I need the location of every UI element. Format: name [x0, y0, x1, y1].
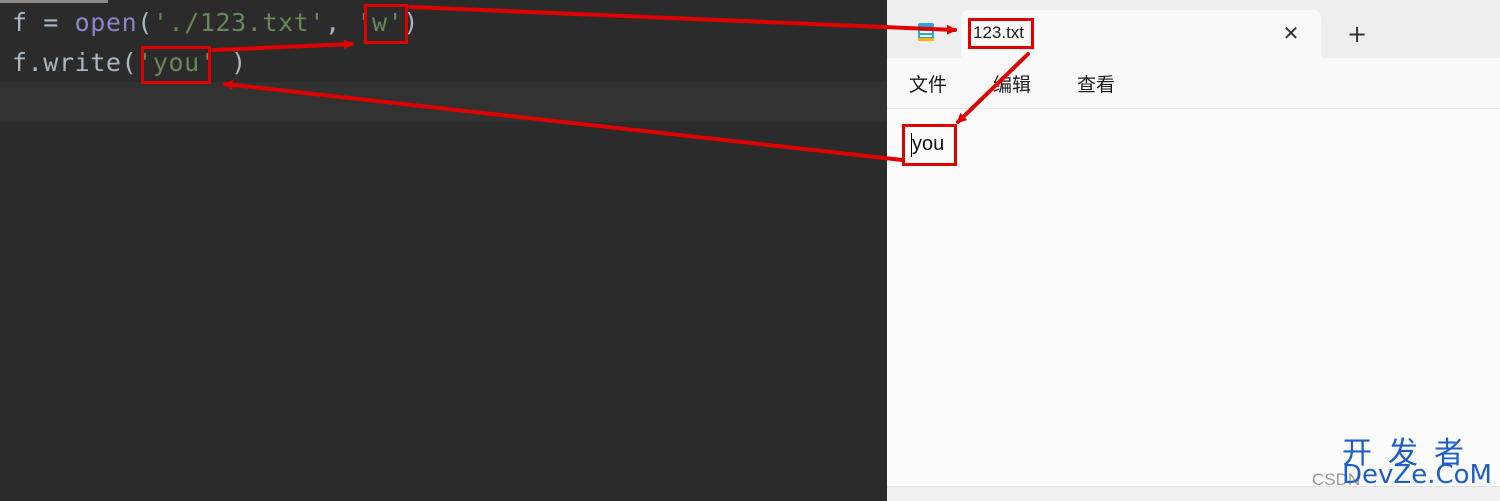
notepad-window: 123.txt ✕ + 文件 编辑 查看 you [887, 0, 1500, 501]
code-var: f [12, 8, 28, 37]
highlight-mode-w [364, 4, 408, 44]
current-line-highlight [0, 82, 887, 122]
highlight-write-you [141, 46, 211, 84]
code-write-call: f.write( [12, 48, 138, 77]
code-paren: ( [137, 8, 153, 37]
code-function-open: open [74, 8, 138, 37]
menu-edit[interactable]: 编辑 [993, 70, 1031, 97]
code-operator: = [27, 8, 75, 37]
menu-view[interactable]: 查看 [1077, 70, 1115, 97]
menu-file[interactable]: 文件 [909, 70, 947, 97]
notepad-app-icon [918, 23, 934, 41]
code-string-path: './123.txt' [152, 8, 326, 37]
new-tab-icon[interactable]: + [1343, 20, 1371, 48]
highlight-tab-title [968, 18, 1034, 49]
watermark-domain: DevZe.CoM [1342, 460, 1492, 490]
highlight-file-content [902, 124, 957, 166]
code-line-1[interactable]: f = open('./123.txt', 'w') [12, 3, 419, 43]
code-editor[interactable]: f = open('./123.txt', 'w') f.write('you'… [0, 0, 887, 500]
code-line-2[interactable]: f.write('you' ) [12, 43, 247, 83]
code-comma: , [325, 8, 357, 37]
menu-bar: 文件 编辑 查看 [887, 58, 1500, 109]
code-paren: ) [231, 48, 247, 77]
close-tab-icon[interactable]: ✕ [1277, 19, 1305, 47]
